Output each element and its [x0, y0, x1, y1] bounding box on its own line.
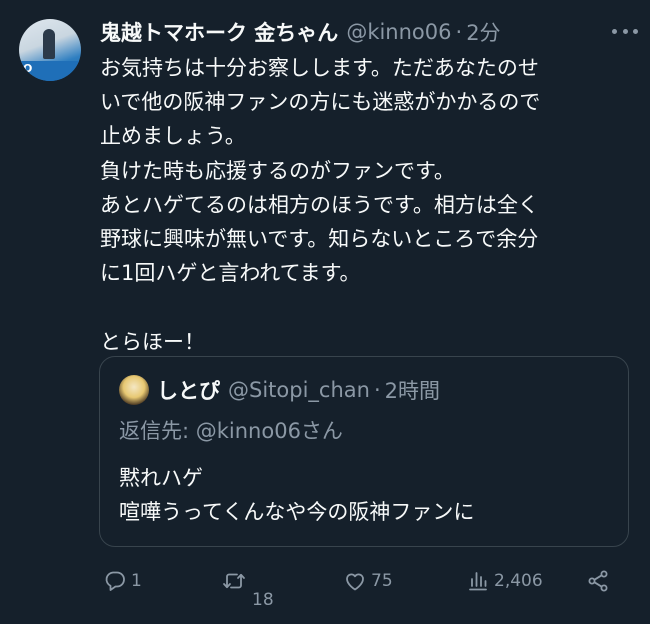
retweet-count: 18: [252, 590, 274, 610]
like-button[interactable]: 75: [343, 567, 393, 595]
quoted-author-avatar: [119, 375, 149, 405]
author-avatar[interactable]: O: [19, 19, 81, 81]
header-separator: ·: [455, 20, 463, 44]
tweet-text-line: 止めましょう。: [100, 124, 246, 149]
tweet-text: お気持ちは十分お察しします。ただあなたのせ いで他の阪神ファンの方にも迷惑がかか…: [100, 51, 630, 359]
quoted-handle: @Sitopi_chan: [228, 378, 370, 402]
quoted-reply-to: 返信先: @kinno06さん: [119, 419, 343, 443]
quoted-tweet-text: 黙れハゲ 喧嘩うってくんなや今の阪神ファンに: [119, 461, 474, 529]
tweet-text-line: [100, 290, 630, 324]
quoted-display-name: しとぴ: [157, 379, 220, 403]
tweet-timestamp[interactable]: 2分: [466, 17, 500, 47]
quoted-tweet[interactable]: しとぴ @Sitopi_chan · 2時間 返信先: @kinno06さん 黙…: [99, 356, 629, 547]
views-button[interactable]: 2,406: [466, 567, 543, 595]
tweet-header: 鬼越トマホーク 金ちゃん @kinno06 · 2分: [100, 14, 501, 50]
quoted-separator: ·: [373, 378, 381, 402]
avatar-figure: [43, 29, 55, 59]
quoted-tweet-header: しとぴ @Sitopi_chan · 2時間: [157, 374, 440, 406]
quoted-timestamp: 2時間: [384, 379, 441, 403]
views-icon: [469, 572, 487, 591]
tweet-text-line: 野球に興味が無いです。知らないところで余分: [100, 226, 539, 251]
tweet[interactable]: O 鬼越トマホーク 金ちゃん @kinno06 · 2分 お気持ちは十分お察しし…: [0, 0, 650, 624]
tweet-text-line: とらほー！: [100, 329, 205, 354]
author-handle[interactable]: @kinno06: [346, 20, 451, 44]
retweet-icon: [223, 573, 245, 589]
quoted-text-line: 喧嘩うってくんなや今の阪神ファンに: [119, 500, 475, 524]
retweet-button[interactable]: [222, 567, 246, 595]
reply-icon: [105, 571, 125, 591]
tweet-text-line: 負けた時も応援するのがファンです。: [100, 158, 455, 183]
view-count: 2,406: [494, 571, 543, 591]
share-icon: [588, 570, 608, 592]
heart-icon: [346, 573, 364, 591]
avatar-text: O: [23, 62, 34, 75]
tweet-text-line: あとハゲてるのは相方のほうです。相方は全く: [100, 192, 539, 217]
tweet-text-line: お気持ちは十分お察しします。ただあなたのせ: [100, 56, 539, 80]
reply-button[interactable]: 1: [103, 567, 142, 595]
reply-count: 1: [131, 571, 142, 591]
like-count: 75: [371, 571, 393, 591]
author-display-name[interactable]: 鬼越トマホーク 金ちゃん: [100, 17, 338, 47]
quoted-text-line: 黙れハゲ: [119, 466, 203, 490]
more-icon[interactable]: [612, 22, 638, 40]
share-button[interactable]: [586, 567, 610, 595]
tweet-text-line: いで他の阪神ファンの方にも迷惑がかかるので: [100, 90, 541, 115]
tweet-text-line: に1回ハゲと言われてます。: [100, 261, 361, 286]
